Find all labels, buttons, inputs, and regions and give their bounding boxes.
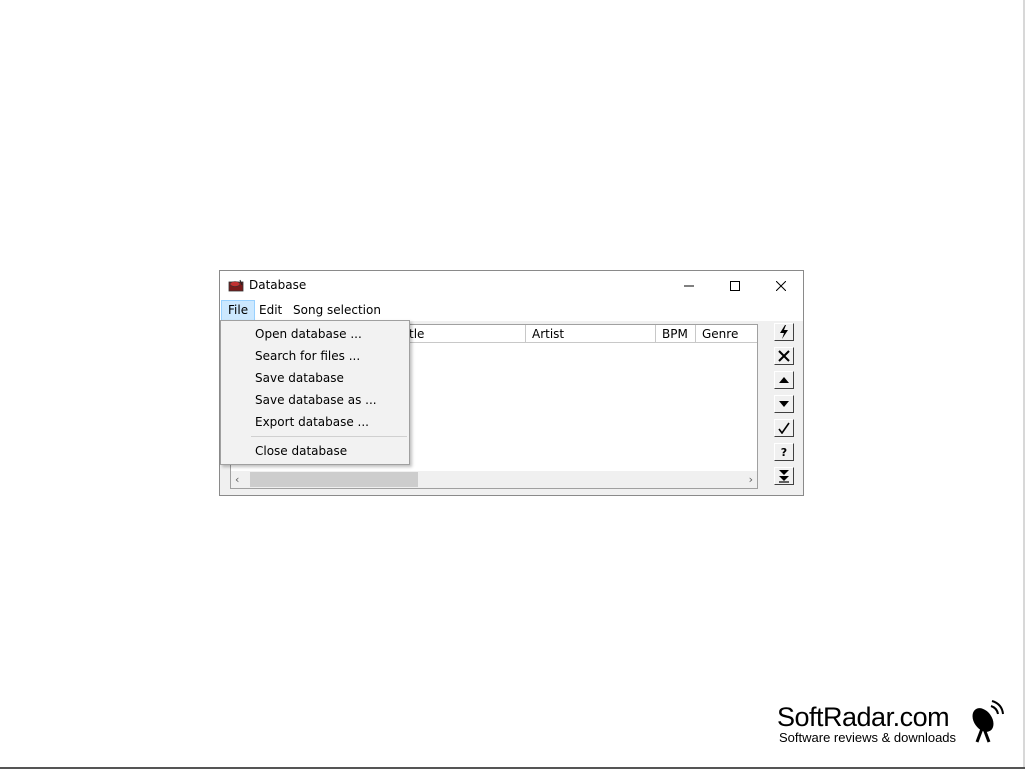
column-header-bpm[interactable]: BPM [656,325,696,343]
double-down-arrow-icon [779,470,789,483]
move-down-button[interactable] [774,395,794,413]
menu-bar: File Edit Song selection [220,300,803,321]
lightning-icon [780,325,788,339]
file-menu-dropdown: Open database ... Search for files ... S… [220,320,410,465]
delete-button[interactable] [774,347,794,365]
menu-edit[interactable]: Edit [253,300,288,321]
title-bar[interactable]: Database [220,271,803,300]
menu-separator [251,436,407,437]
menu-item-save-database[interactable]: Save database [255,371,344,385]
horizontal-scrollbar[interactable]: ‹ › [231,471,757,488]
move-bottom-button[interactable] [774,467,794,485]
scroll-left-arrow-icon[interactable]: ‹ [235,471,239,488]
down-arrow-icon [779,401,789,407]
minimize-icon [684,285,694,286]
lightning-button[interactable] [774,323,794,341]
checkmark-icon [778,422,790,434]
confirm-button[interactable] [774,419,794,437]
x-icon [778,350,790,362]
close-icon [776,280,786,291]
turntable-app-icon [228,279,244,292]
move-up-button[interactable] [774,371,794,389]
question-icon: ? [780,445,788,459]
minimize-button[interactable] [666,271,712,300]
watermark-name: SoftRadar.com [777,702,950,732]
close-button[interactable] [758,271,804,300]
maximize-icon [730,280,740,291]
column-header-artist[interactable]: Artist [526,325,656,343]
scroll-right-arrow-icon[interactable]: › [749,471,753,488]
menu-file[interactable]: File [221,300,256,321]
window-title: Database [249,278,307,292]
menu-song-selection[interactable]: Song selection [287,300,387,321]
menu-item-close-database[interactable]: Close database [255,444,347,458]
menu-item-search-for-files[interactable]: Search for files ... [255,349,360,363]
menu-item-export-database[interactable]: Export database ... [255,415,369,429]
satellite-dish-icon [972,700,1004,743]
maximize-button[interactable] [712,271,758,300]
help-button[interactable]: ? [774,443,794,461]
scrollbar-thumb[interactable] [250,472,418,487]
softradar-watermark: SoftRadar.com Software reviews & downloa… [777,700,1007,750]
menu-item-open-database[interactable]: Open database ... [255,327,362,341]
up-arrow-icon [779,377,789,383]
column-header-genre[interactable]: Genre [696,325,757,343]
watermark-tagline: Software reviews & downloads [779,730,957,745]
menu-item-save-database-as[interactable]: Save database as ... [255,393,377,407]
